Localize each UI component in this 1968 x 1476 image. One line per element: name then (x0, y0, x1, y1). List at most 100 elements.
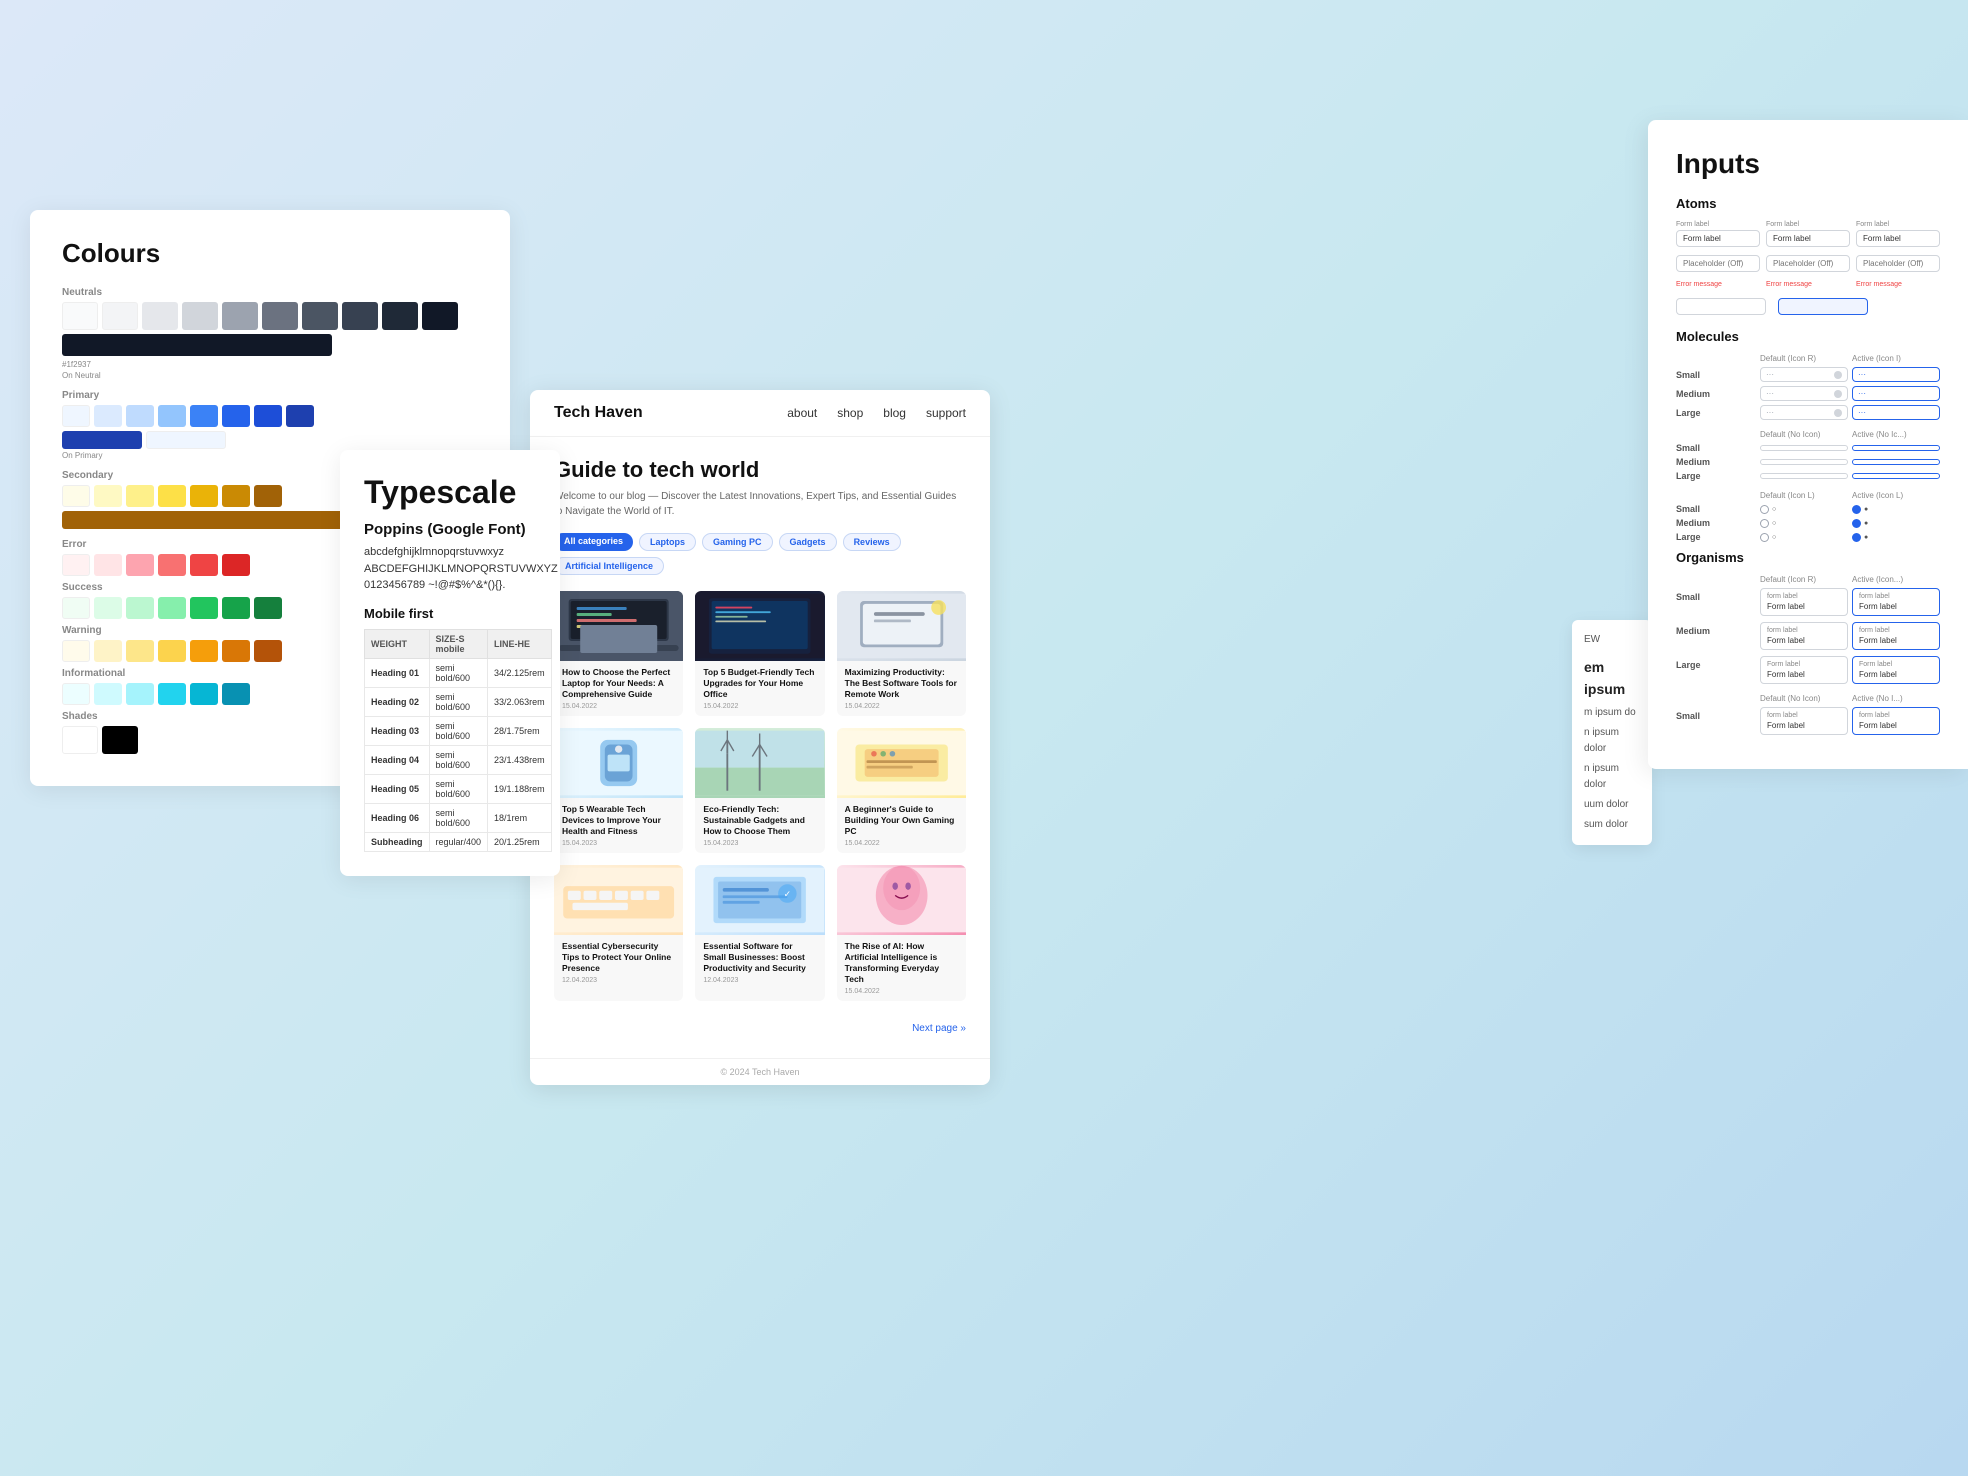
org-card-active-medium[interactable]: form label Form label (1852, 622, 1940, 650)
atom-item-2: Form label (1766, 221, 1850, 247)
tag-ai[interactable]: Artificial Intelligence (554, 557, 664, 575)
mol-no-icon-default-medium[interactable] (1760, 459, 1848, 465)
blog-card-9[interactable]: The Rise of AI: How Artificial Intellige… (837, 865, 966, 1001)
mol-radio-active-small[interactable]: ● (1852, 505, 1940, 514)
blog-nav: Tech Haven about shop blog support (530, 390, 990, 437)
atom-item-3: Form label (1856, 221, 1940, 247)
tag-reviews[interactable]: Reviews (843, 533, 901, 551)
blog-card-date-2: 15.04.2022 (703, 703, 816, 710)
mol-no-icon-active-large[interactable] (1852, 473, 1940, 479)
radio-btn-default-medium[interactable] (1760, 519, 1769, 528)
org-card-default-small[interactable]: form label Form label (1760, 588, 1848, 616)
blog-card-2[interactable]: Top 5 Budget-Friendly Tech Upgrades for … (695, 591, 824, 716)
weight-val: semi bold/600 (429, 687, 488, 716)
atom-input-2[interactable] (1766, 230, 1850, 247)
blog-card-7[interactable]: Essential Cybersecurity Tips to Protect … (554, 865, 683, 1001)
tag-gadgets[interactable]: Gadgets (779, 533, 837, 551)
primary-swatch-6 (222, 405, 250, 427)
blog-pagination[interactable]: Next page » (554, 1015, 966, 1038)
org-card-active-large[interactable]: Form label Form label (1852, 656, 1940, 684)
mol-radio-large: Large (1676, 532, 1756, 542)
blog-card-img-5 (695, 728, 824, 798)
mol-radio-active-medium[interactable]: ● (1852, 519, 1940, 528)
org-card-label-1: form label (1767, 593, 1841, 600)
atom-error-2: Error message (1766, 280, 1850, 288)
org-card-default-medium[interactable]: form label Form label (1760, 622, 1848, 650)
tag-all[interactable]: All categories (554, 533, 633, 551)
org-no-icon-default-small[interactable]: form label Form label (1760, 707, 1848, 735)
blog-card-date-6: 15.04.2022 (845, 840, 958, 847)
radio-btn-default-small[interactable] (1760, 505, 1769, 514)
mol-no-icon-active-small[interactable] (1852, 445, 1940, 451)
org-card-value-2: Form label (1859, 602, 1933, 611)
blog-card-5[interactable]: Eco-Friendly Tech: Sustainable Gadgets a… (695, 728, 824, 853)
blog-card-1[interactable]: How to Choose the Perfect Laptop for You… (554, 591, 683, 716)
mol-no-icon-default-small[interactable] (1760, 445, 1848, 451)
mol-header-1: Default (Icon R) Active (Icon I) (1676, 354, 1940, 363)
success-swatch-6 (222, 597, 250, 619)
nav-blog[interactable]: blog (883, 406, 906, 420)
atom-active-input[interactable] (1778, 298, 1868, 315)
lorem-text-1: m ipsum do (1584, 705, 1640, 721)
lorem-heading-1: em ipsum (1584, 656, 1640, 701)
heading-label: Heading 05 (365, 774, 430, 803)
radio-btn-active-small[interactable] (1852, 505, 1861, 514)
atom-placeholder-input-2[interactable] (1766, 255, 1850, 272)
mol-row-large: Large ··· ··· (1676, 405, 1940, 420)
mol-no-icon-default-large[interactable] (1760, 473, 1848, 479)
org-card-active-small[interactable]: form label Form label (1852, 588, 1940, 616)
radio-btn-active-large[interactable] (1852, 533, 1861, 542)
mol-input-active-small[interactable]: ··· (1852, 367, 1940, 382)
org-no-icon-active-small[interactable]: form label Form label (1852, 707, 1940, 735)
atom-error-1: Error message (1676, 280, 1760, 288)
org-col-no-icon-default: Default (No Icon) (1760, 694, 1848, 703)
mol-radio-default-large[interactable]: ○ (1760, 533, 1848, 542)
mol-input-default-large[interactable]: ··· (1760, 405, 1848, 420)
neutral-swatch-8 (342, 302, 378, 330)
col-weight: WEIGHT (365, 629, 430, 658)
blog-card-3[interactable]: Maximizing Productivity: The Best Softwa… (837, 591, 966, 716)
tag-laptops[interactable]: Laptops (639, 533, 696, 551)
mol-radio-active-large[interactable]: ● (1852, 533, 1940, 542)
atoms-error-grid: Error message Error message Error messag… (1676, 280, 1940, 288)
nav-shop[interactable]: shop (837, 406, 863, 420)
mol-input-active-medium[interactable]: ··· (1852, 386, 1940, 401)
mol-input-default-small[interactable]: ··· (1760, 367, 1848, 382)
success-swatch-1 (62, 597, 90, 619)
atom-single-input[interactable] (1676, 298, 1766, 315)
mol-radio-default-small[interactable]: ○ (1760, 505, 1848, 514)
atom-input-3[interactable] (1856, 230, 1940, 247)
radio-btn-default-large[interactable] (1760, 533, 1769, 542)
org-card-label-4: form label (1859, 627, 1933, 634)
atom-placeholder-input-1[interactable] (1676, 255, 1760, 272)
blog-card-date-4: 15.04.2023 (562, 840, 675, 847)
warning-swatch-4 (158, 640, 186, 662)
blog-card-body-3: Maximizing Productivity: The Best Softwa… (837, 661, 966, 716)
lorem-text-5: sum dolor (1584, 817, 1640, 833)
nav-support[interactable]: support (926, 406, 966, 420)
blog-card-4[interactable]: Top 5 Wearable Tech Devices to Improve Y… (554, 728, 683, 853)
col-line: LINE-HE (488, 629, 552, 658)
mol-radio-default-medium[interactable]: ○ (1760, 519, 1848, 528)
mol-input-active-large[interactable]: ··· (1852, 405, 1940, 420)
mol-size-large: Large (1676, 408, 1756, 418)
blog-card-8[interactable]: ✓ Essential Software for Small Businesse… (695, 865, 824, 1001)
radio-btn-active-medium[interactable] (1852, 519, 1861, 528)
org-card-label-2: form label (1859, 593, 1933, 600)
blog-card-title-2: Top 5 Budget-Friendly Tech Upgrades for … (703, 667, 816, 700)
tag-gaming[interactable]: Gaming PC (702, 533, 773, 551)
blog-card-body-6: A Beginner's Guide to Building Your Own … (837, 798, 966, 853)
warning-swatch-3 (126, 640, 154, 662)
org-card-default-large[interactable]: Form label Form label (1760, 656, 1848, 684)
atom-label-2: Form label (1766, 221, 1850, 228)
atom-input-1[interactable] (1676, 230, 1760, 247)
mol-no-icon-active-medium[interactable] (1852, 459, 1940, 465)
neutral-swatch-6 (262, 302, 298, 330)
blog-card-6[interactable]: A Beginner's Guide to Building Your Own … (837, 728, 966, 853)
blog-subheading: Welcome to our blog — Discover the Lates… (554, 489, 966, 519)
nav-about[interactable]: about (787, 406, 817, 420)
blog-panel: Tech Haven about shop blog support Guide… (530, 390, 990, 1085)
primary-swatch-8 (286, 405, 314, 427)
atom-placeholder-input-3[interactable] (1856, 255, 1940, 272)
mol-input-default-medium[interactable]: ··· (1760, 386, 1848, 401)
